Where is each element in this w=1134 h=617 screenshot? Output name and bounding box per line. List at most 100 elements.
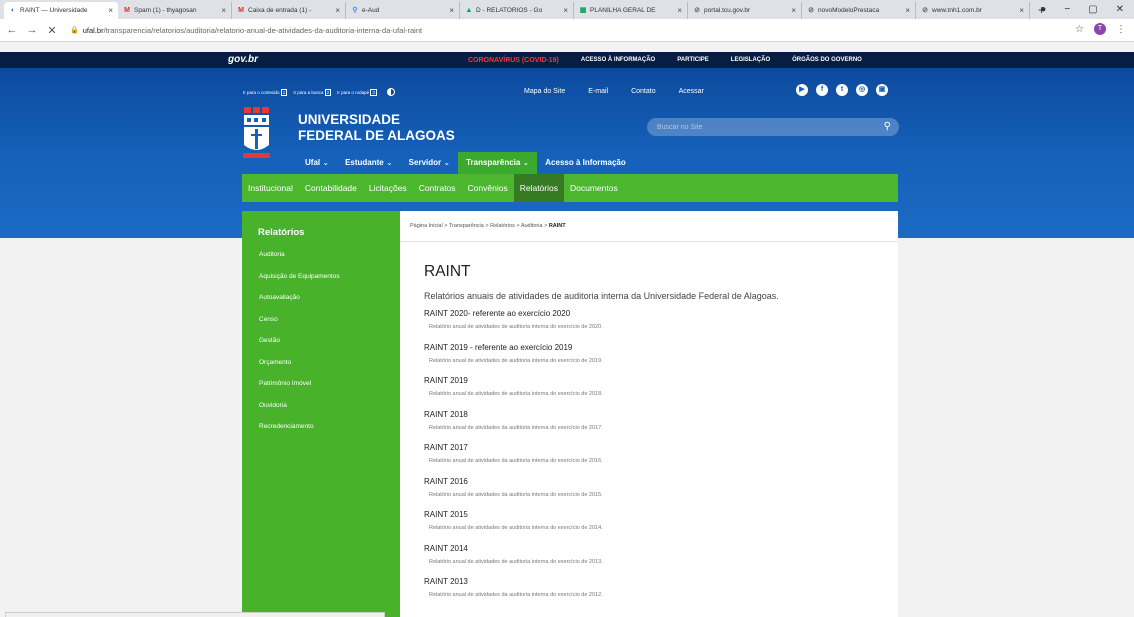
close-tab-icon[interactable]: ×	[563, 6, 568, 15]
sidebar-item[interactable]: Aquisição de Equipamentos	[259, 273, 340, 295]
browser-tab-bar: ◐ RAINT — Universidade × M Spam (1) - thyago…	[0, 0, 1134, 19]
url-host: ufal.br	[82, 25, 104, 35]
contrast-icon[interactable]	[386, 88, 395, 96]
main-nav-item[interactable]: Acesso à Informação	[537, 152, 633, 174]
report-link[interactable]: RAINT 2015	[424, 510, 603, 519]
gov-link[interactable]: LEGISLAÇÃO	[731, 57, 770, 63]
sidebar-item[interactable]: Autoavaliação	[259, 294, 340, 316]
report-link[interactable]: RAINT 2019	[424, 376, 603, 385]
skip-to-search-link[interactable]: Ir para a busca 2	[293, 88, 332, 96]
youtube-channel-icon[interactable]: ▣	[876, 84, 888, 96]
search-icon[interactable]: ⚲	[884, 121, 891, 132]
sub-nav-item[interactable]: Contratos	[413, 174, 462, 202]
instagram-icon[interactable]: ◎	[856, 84, 868, 96]
url-path: /transparencia/relatorios/auditoria/rela…	[103, 25, 423, 35]
report-link[interactable]: RAINT 2020- referente ao exercício 2020	[424, 309, 603, 318]
maximize-icon[interactable]: ▢	[1088, 4, 1097, 15]
skip-to-footer-link[interactable]: Ir para o rodapé 3	[337, 88, 377, 96]
browser-tab[interactable]: ▲ D - RELATORIOS - Go ×	[460, 2, 574, 19]
search-input[interactable]	[657, 123, 867, 131]
browser-tab[interactable]: ⚲ e-Aud ×	[346, 2, 460, 19]
globe-icon: ⊘	[694, 6, 700, 14]
stop-icon[interactable]: ✕	[44, 24, 60, 37]
top-link[interactable]: Acessar	[679, 88, 704, 95]
forward-icon[interactable]: →	[24, 24, 40, 36]
report-description: Relatório anual de atividades da auditor…	[429, 458, 603, 464]
sidebar-item[interactable]: Ouvidoria	[259, 402, 340, 424]
top-link[interactable]: Mapa do Site	[524, 88, 565, 95]
close-tab-icon[interactable]: ×	[791, 6, 796, 15]
top-link[interactable]: Contato	[631, 88, 656, 95]
sub-nav-item[interactable]: Institucional	[242, 174, 299, 202]
sidebar-item[interactable]: Orçamento	[259, 359, 340, 381]
youtube-icon[interactable]: ▶	[796, 84, 808, 96]
main-nav-item[interactable]: Ufal ⌄	[297, 152, 337, 174]
minimize-icon[interactable]: −	[1064, 4, 1070, 15]
record-icon[interactable]: ●	[1040, 4, 1046, 15]
university-name[interactable]: UNIVERSIDADE FEDERAL DE ALAGOAS	[298, 112, 455, 144]
facebook-icon[interactable]: f	[816, 84, 828, 96]
browser-tab[interactable]: M Spam (1) - thyagosan ×	[118, 2, 232, 19]
sub-nav-item[interactable]: Convênios	[462, 174, 514, 202]
report-entry: RAINT 2020- referente ao exercício 2020 R…	[424, 309, 603, 343]
browser-tab[interactable]: ▦ PLANILHA GERAL DE ×	[574, 2, 688, 19]
report-link[interactable]: RAINT 2016	[424, 477, 603, 486]
sidebar-item[interactable]: Auditoria	[259, 251, 340, 273]
skip-to-content-link[interactable]: Ir para o conteúdo 1	[243, 88, 288, 96]
report-description: Relatório anual de atividades da auditor…	[429, 592, 603, 598]
govbr-logo[interactable]: gov.br	[228, 54, 258, 65]
close-tab-icon[interactable]: ×	[1019, 6, 1024, 15]
browser-tab[interactable]: ⊘ portal.tcu.gov.br ×	[688, 2, 802, 19]
report-link[interactable]: RAINT 2014	[424, 544, 603, 553]
gov-link[interactable]: ACESSO À INFORMAÇÃO	[581, 57, 655, 63]
browser-tab[interactable]: ⊘ www.tnh1.com.br ×	[916, 2, 1030, 19]
breadcrumb-path[interactable]: Página Inicial > Transparência > Relatór…	[410, 223, 549, 229]
back-icon[interactable]: ←	[4, 24, 20, 36]
report-link[interactable]: RAINT 2019 - referente ao exercício 2019	[424, 343, 603, 352]
sidebar-item[interactable]: Recredenciamento	[259, 423, 340, 445]
ufal-logo-icon[interactable]	[243, 107, 270, 162]
close-window-icon[interactable]: ✕	[1116, 4, 1124, 15]
main-nav-label: Estudante	[345, 158, 384, 167]
close-tab-icon[interactable]: ×	[905, 6, 910, 15]
sidebar-item[interactable]: Censo	[259, 316, 340, 338]
sub-nav-item[interactable]: Relatórios	[513, 174, 564, 202]
tab-title: PLANILHA GERAL DE	[590, 7, 656, 14]
close-tab-icon[interactable]: ×	[221, 6, 226, 15]
top-link[interactable]: E-mail	[588, 88, 608, 95]
social-icons: ▶ f t ◎ ▣	[796, 84, 888, 96]
browser-tab[interactable]: ⊘ novoModeloPrestaca ×	[802, 2, 916, 19]
main-nav-label: Acesso à Informação	[545, 158, 626, 167]
bookmark-star-icon[interactable]: ☆	[1075, 24, 1084, 35]
browser-tab[interactable]: M Caixa de entrada (1) - ×	[232, 2, 346, 19]
twitter-icon[interactable]: t	[836, 84, 848, 96]
sidebar-item[interactable]: Gestão	[259, 337, 340, 359]
browser-tab[interactable]: ◐ RAINT — Universidade ×	[4, 2, 118, 19]
drive-icon: ▲	[465, 6, 473, 14]
close-tab-icon[interactable]: ×	[335, 6, 340, 15]
gov-link[interactable]: PARTICIPE	[677, 57, 709, 63]
url-field[interactable]: 🔒 ufal.br/transparencia/relatorios/audit…	[70, 26, 422, 35]
main-nav-item[interactable]: Transparência ⌄	[458, 152, 538, 174]
tab-title: e-Aud	[362, 7, 380, 14]
chevron-down-icon: ⌄	[320, 158, 330, 167]
report-entry: RAINT 2017 Relatório anual de atividades …	[424, 443, 603, 477]
menu-icon[interactable]: ⋮	[1116, 24, 1126, 35]
main-nav-item[interactable]: Estudante ⌄	[337, 152, 401, 174]
close-tab-icon[interactable]: ×	[108, 6, 113, 15]
report-link[interactable]: RAINT 2018	[424, 410, 603, 419]
close-tab-icon[interactable]: ×	[449, 6, 454, 15]
gov-link[interactable]: CORONAVÍRUS (COVID-19)	[468, 57, 559, 64]
main-nav-item[interactable]: Servidor ⌄	[401, 152, 458, 174]
close-tab-icon[interactable]: ×	[677, 6, 682, 15]
report-link[interactable]: RAINT 2017	[424, 443, 603, 452]
profile-avatar[interactable]: T	[1094, 23, 1106, 35]
sidebar-item[interactable]: Patrimônio Imóvel	[259, 380, 340, 402]
sub-nav-item[interactable]: Documentos	[564, 174, 624, 202]
report-description: Relatório anual de atividades de auditor…	[429, 558, 603, 565]
breadcrumb-current: RAINT	[548, 223, 566, 229]
gov-link[interactable]: ÓRGÃOS DO GOVERNO	[792, 57, 862, 63]
sub-nav-item[interactable]: Contabilidade	[299, 174, 363, 202]
report-link[interactable]: RAINT 2013	[424, 577, 603, 586]
sub-nav-item[interactable]: Licitações	[363, 174, 413, 202]
